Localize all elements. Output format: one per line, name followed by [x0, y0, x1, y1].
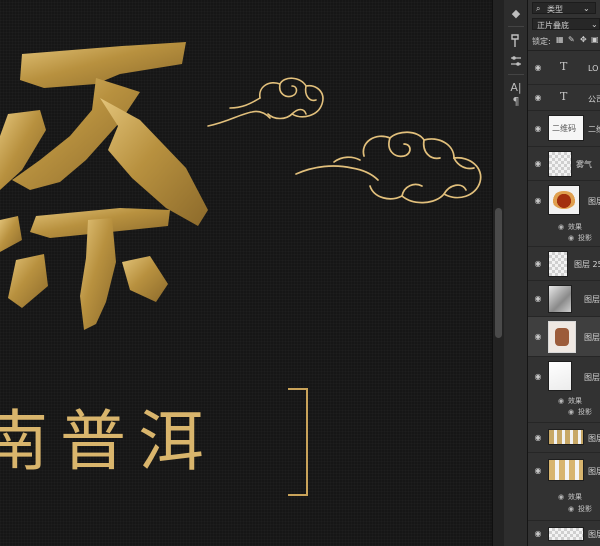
- title-right-bracket: [288, 388, 308, 496]
- layer-row[interactable]: ◉ T 公司: [528, 85, 600, 111]
- chevron-down-icon: ⌄: [583, 4, 590, 13]
- layer-thumbnail: [548, 429, 584, 445]
- layer-row[interactable]: ◉ 二维码 二维码: [528, 111, 600, 147]
- lock-position-icon[interactable]: ✥: [580, 35, 587, 44]
- tea-title-text: 南普洱: [0, 403, 216, 480]
- layer-row[interactable]: ◉ 图层 ◉ 效果 ◉ 投影: [528, 453, 600, 521]
- layer-thumbnail: [548, 251, 568, 277]
- layer-name: 图层: [588, 530, 600, 539]
- lock-transparency-icon[interactable]: ▦: [556, 35, 564, 44]
- eye-icon[interactable]: ◉: [532, 371, 544, 383]
- filter-label: 类型: [547, 5, 563, 14]
- collapse-icon[interactable]: ◆: [508, 6, 524, 22]
- tea-calligraphy-artwork: [0, 42, 208, 330]
- cloud-ornament-small: [207, 77, 324, 127]
- eye-icon[interactable]: ◉: [558, 223, 564, 231]
- eye-icon[interactable]: ◉: [532, 92, 544, 104]
- lock-image-icon[interactable]: ✎: [568, 35, 575, 44]
- layer-name: 图层: [588, 197, 600, 206]
- canvas-vertical-scrollbar[interactable]: [492, 0, 504, 546]
- scrollbar-thumb[interactable]: [495, 208, 502, 338]
- layer-filter-dropdown[interactable]: ⌕ 类型 ⌄: [532, 2, 596, 14]
- layer-name: 图层: [588, 434, 600, 443]
- layer-effect-label: 投影: [578, 408, 592, 416]
- lock-label: 锁定:: [532, 37, 551, 46]
- paragraph-icon[interactable]: ¶: [508, 94, 524, 110]
- layer-row-selected[interactable]: ◉ 图层: [528, 317, 600, 357]
- layer-effect-label: 效果: [568, 397, 582, 405]
- tool-separator: [508, 74, 524, 75]
- layer-name: 图层 25: [574, 260, 600, 269]
- search-icon: ⌕: [536, 4, 541, 13]
- layer-name: 二维码: [588, 125, 600, 134]
- adjust-icon[interactable]: [508, 54, 524, 70]
- layer-thumbnail: [548, 459, 584, 481]
- layers-panel: ⌕ 类型 ⌄ 正片叠底 ⌄ 锁定: ▦ ✎ ✥ ▣ ◉ T LO ◉ T 公司 …: [528, 0, 600, 546]
- layer-row[interactable]: ◉ 图层: [528, 521, 600, 546]
- eye-icon[interactable]: ◉: [558, 397, 564, 405]
- layer-effect-label: 投影: [578, 505, 592, 513]
- eye-icon[interactable]: ◉: [532, 258, 544, 270]
- eye-icon[interactable]: ◉: [532, 331, 544, 343]
- eye-icon[interactable]: ◉: [532, 195, 544, 207]
- lock-all-icon[interactable]: ▣: [591, 35, 599, 44]
- text-layer-icon: T: [560, 90, 568, 103]
- layer-thumbnail: [548, 151, 572, 177]
- eye-icon[interactable]: ◉: [568, 234, 574, 242]
- layer-row[interactable]: ◉ 图层: [528, 423, 600, 453]
- layer-name: 图层: [588, 467, 600, 476]
- layer-thumbnail: [548, 285, 572, 313]
- tea-cup-thumbnail: [552, 191, 576, 209]
- layer-name: 公司: [588, 95, 600, 104]
- layer-effect-label: 效果: [568, 493, 582, 501]
- layer-row[interactable]: ◉ 雾气: [528, 147, 600, 181]
- layer-effect-label: 效果: [568, 223, 582, 231]
- layer-thumbnail: [548, 527, 584, 541]
- eye-icon[interactable]: ◉: [532, 123, 544, 135]
- layer-thumbnail: [548, 321, 576, 353]
- eye-icon[interactable]: ◉: [532, 293, 544, 305]
- eye-icon[interactable]: ◉: [558, 493, 564, 501]
- layer-effect-label: 投影: [578, 234, 592, 242]
- layer-name: 图层: [584, 373, 600, 382]
- eye-icon[interactable]: ◉: [568, 505, 574, 513]
- cloud-ornament-large: [295, 131, 482, 204]
- blend-mode-value: 正片叠底: [537, 21, 569, 30]
- layer-thumbnail: 二维码: [548, 115, 584, 141]
- layer-row[interactable]: ◉ 图层 ◉ 效果 ◉ 投影: [528, 181, 600, 247]
- document-canvas[interactable]: 南普洱: [0, 0, 492, 546]
- panel-tool-strip: ◆ A| ¶: [504, 0, 528, 546]
- eye-icon[interactable]: ◉: [532, 62, 544, 74]
- text-layer-icon: T: [560, 60, 568, 73]
- tools-icon[interactable]: [508, 34, 524, 50]
- layer-name: 图层: [584, 295, 600, 304]
- thumbnail-figure: [555, 328, 569, 346]
- eye-icon[interactable]: ◉: [532, 465, 544, 477]
- eye-icon[interactable]: ◉: [532, 528, 544, 540]
- layer-thumbnail: [548, 361, 572, 391]
- blend-mode-dropdown[interactable]: 正片叠底 ⌄: [532, 18, 600, 30]
- layer-row[interactable]: ◉ 图层 ◉ 效果 ◉ 投影: [528, 357, 600, 423]
- eye-icon[interactable]: ◉: [568, 408, 574, 416]
- chevron-down-icon: ⌄: [591, 20, 598, 29]
- thumbnail-text: 二维码: [552, 124, 576, 133]
- eye-icon[interactable]: ◉: [532, 158, 544, 170]
- eye-icon[interactable]: ◉: [532, 432, 544, 444]
- layer-thumbnail: [548, 185, 580, 215]
- layer-name: 雾气: [576, 160, 592, 169]
- tool-separator: [508, 26, 524, 27]
- layer-row[interactable]: ◉ 图层: [528, 281, 600, 317]
- layer-row[interactable]: ◉ T LO: [528, 51, 600, 85]
- layer-name: LO: [588, 64, 599, 73]
- layer-row[interactable]: ◉ 图层 25: [528, 247, 600, 281]
- layer-name: 图层: [584, 333, 600, 342]
